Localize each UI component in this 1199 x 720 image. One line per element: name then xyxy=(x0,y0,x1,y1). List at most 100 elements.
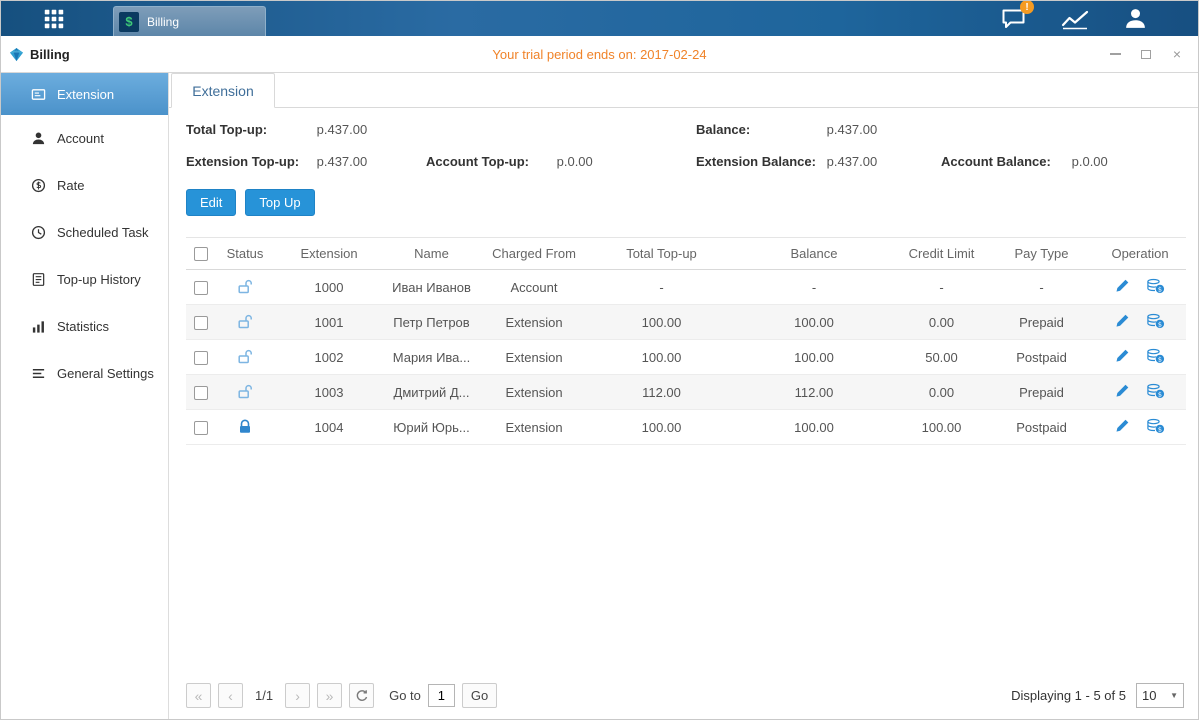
lock-status-icon xyxy=(237,384,253,400)
header-extension[interactable]: Extension xyxy=(274,238,384,270)
cell-charged-from: Extension xyxy=(479,305,589,340)
user-icon[interactable] xyxy=(1123,6,1148,31)
table-row[interactable]: 1000 Иван Иванов Account - - - - $ xyxy=(186,270,1186,305)
next-page-button[interactable]: › xyxy=(285,683,310,708)
cell-charged-from: Extension xyxy=(479,340,589,375)
sidebar-item-scheduled-task[interactable]: Scheduled Task xyxy=(1,209,168,256)
edit-extension-icon[interactable] xyxy=(1115,348,1130,363)
topup-extension-icon[interactable]: $ xyxy=(1146,313,1165,329)
window-titlebar: Billing Your trial period ends on: 2017-… xyxy=(1,36,1198,73)
go-button[interactable]: Go xyxy=(462,683,497,708)
chat-icon[interactable]: ! xyxy=(1000,6,1027,31)
cell-operation: $ xyxy=(1094,305,1186,340)
row-checkbox[interactable] xyxy=(194,421,208,435)
row-checkbox[interactable] xyxy=(194,316,208,330)
header-name[interactable]: Name xyxy=(384,238,479,270)
maximize-icon[interactable] xyxy=(1139,47,1153,61)
cell-credit-limit: 100.00 xyxy=(894,410,989,445)
svg-text:$: $ xyxy=(1158,285,1162,293)
first-page-button[interactable]: « xyxy=(186,683,211,708)
table-row[interactable]: 1001 Петр Петров Extension 100.00 100.00… xyxy=(186,305,1186,340)
select-all-checkbox[interactable] xyxy=(194,247,208,261)
header-charged-from[interactable]: Charged From xyxy=(479,238,589,270)
field-label: Account Balance: xyxy=(941,154,1068,169)
cell-charged-from: Extension xyxy=(479,410,589,445)
cell-balance: 100.00 xyxy=(734,340,894,375)
header-balance[interactable]: Balance xyxy=(734,238,894,270)
row-checkbox[interactable] xyxy=(194,386,208,400)
edit-extension-icon[interactable] xyxy=(1115,313,1130,328)
page-title: Billing xyxy=(30,47,70,62)
header-operation[interactable]: Operation xyxy=(1094,238,1186,270)
cell-select xyxy=(186,305,216,340)
topup-extension-icon[interactable]: $ xyxy=(1146,418,1165,434)
cell-extension: 1000 xyxy=(274,270,384,305)
table-row[interactable]: 1002 Мария Ива... Extension 100.00 100.0… xyxy=(186,340,1186,375)
topup-extension-icon[interactable]: $ xyxy=(1146,278,1165,294)
extension-table: Status Extension Name Charged From Total… xyxy=(186,237,1186,445)
table-row[interactable]: 1003 Дмитрий Д... Extension 112.00 112.0… xyxy=(186,375,1186,410)
trial-notice: Your trial period ends on: 2017-02-24 xyxy=(1,47,1198,62)
top-up-button[interactable]: Top Up xyxy=(245,189,314,216)
cell-select xyxy=(186,340,216,375)
page-size-value: 10 xyxy=(1142,688,1156,703)
clock-icon xyxy=(31,225,46,240)
edit-extension-icon[interactable] xyxy=(1115,418,1130,433)
sidebar-item-label: General Settings xyxy=(57,366,154,381)
cell-balance: 112.00 xyxy=(734,375,894,410)
stats-icon[interactable] xyxy=(1060,8,1090,30)
topbar-tab-billing[interactable]: $ Billing xyxy=(113,6,266,36)
close-icon[interactable]: × xyxy=(1170,47,1184,61)
total-topup-field: Total Top-up: p.437.00 xyxy=(186,122,426,137)
cell-total-topup: 100.00 xyxy=(589,305,734,340)
header-total-topup[interactable]: Total Top-up xyxy=(589,238,734,270)
sidebar-item-extension[interactable]: Extension xyxy=(1,73,168,115)
row-checkbox[interactable] xyxy=(194,281,208,295)
header-status[interactable]: Status xyxy=(216,238,274,270)
sidebar: Extension Account Rate Sc xyxy=(1,73,169,719)
tab-extension[interactable]: Extension xyxy=(171,73,275,108)
topup-extension-icon[interactable]: $ xyxy=(1146,383,1165,399)
sidebar-item-topup-history[interactable]: Top-up History xyxy=(1,256,168,303)
cell-operation: $ xyxy=(1094,340,1186,375)
field-label: Extension Balance: xyxy=(696,154,823,169)
table-row[interactable]: 1004 Юрий Юрь... Extension 100.00 100.00… xyxy=(186,410,1186,445)
last-page-button[interactable]: » xyxy=(317,683,342,708)
field-label: Extension Top-up: xyxy=(186,154,313,169)
sidebar-item-rate[interactable]: Rate xyxy=(1,162,168,209)
cell-total-topup: 100.00 xyxy=(589,340,734,375)
account-topup-field: Account Top-up: p.0.00 xyxy=(426,154,696,169)
goto-page-input[interactable] xyxy=(428,684,455,707)
apps-grid-icon[interactable] xyxy=(39,4,69,34)
edit-extension-icon[interactable] xyxy=(1115,278,1130,293)
cell-credit-limit: 0.00 xyxy=(894,305,989,340)
dollar-icon: $ xyxy=(119,12,139,32)
row-checkbox[interactable] xyxy=(194,351,208,365)
sidebar-item-general-settings[interactable]: General Settings xyxy=(1,350,168,397)
svg-text:$: $ xyxy=(1158,425,1162,433)
main-content: Extension Total Top-up: p.437.00 Balance… xyxy=(169,73,1198,719)
cell-total-topup: 112.00 xyxy=(589,375,734,410)
account-person-icon xyxy=(31,131,46,146)
sidebar-item-account[interactable]: Account xyxy=(1,115,168,162)
edit-button[interactable]: Edit xyxy=(186,189,236,216)
prev-page-button[interactable]: ‹ xyxy=(218,683,243,708)
history-ledger-icon xyxy=(31,272,46,287)
extension-balance-field: Extension Balance: p.437.00 xyxy=(696,154,941,169)
sidebar-item-statistics[interactable]: Statistics xyxy=(1,303,168,350)
minimize-icon[interactable] xyxy=(1108,47,1122,61)
cell-charged-from: Extension xyxy=(479,375,589,410)
topup-extension-icon[interactable]: $ xyxy=(1146,348,1165,364)
cell-operation: $ xyxy=(1094,270,1186,305)
page-size-select[interactable]: 10 ▼ xyxy=(1136,683,1184,708)
extension-table-wrap: Status Extension Name Charged From Total… xyxy=(186,237,1184,445)
cell-operation: $ xyxy=(1094,375,1186,410)
field-value: p.437.00 xyxy=(317,122,368,137)
svg-text:$: $ xyxy=(1158,320,1162,328)
header-credit-limit[interactable]: Credit Limit xyxy=(894,238,989,270)
header-pay-type[interactable]: Pay Type xyxy=(989,238,1094,270)
bar-chart-icon xyxy=(31,319,46,334)
cell-pay-type: Prepaid xyxy=(989,375,1094,410)
edit-extension-icon[interactable] xyxy=(1115,383,1130,398)
refresh-button[interactable] xyxy=(349,683,374,708)
